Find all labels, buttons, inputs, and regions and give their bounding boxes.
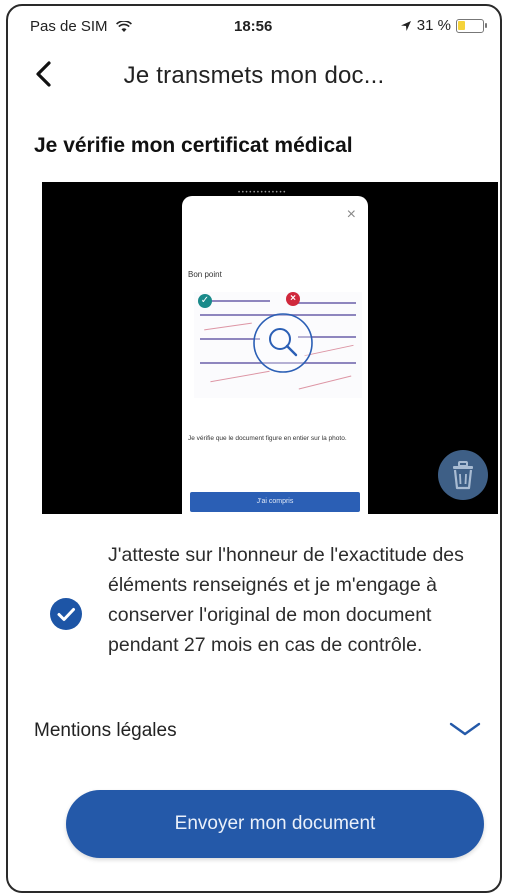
document-thumbnail: ✓ × — [194, 292, 362, 398]
status-right: 31 % — [400, 17, 487, 34]
trash-icon — [453, 461, 473, 490]
doc-line — [290, 302, 356, 304]
checkmark-icon — [57, 608, 75, 621]
navigation-bar: Je transmets mon doc... — [8, 48, 500, 100]
battery-percent: 31 % — [416, 17, 451, 34]
section-heading: Je vérifie mon certificat médical — [34, 134, 353, 157]
tutorial-screenshot: × Bon point ✓ × Je vérifie que le docume… — [182, 196, 368, 514]
battery-icon — [456, 18, 487, 33]
valid-check-icon: ✓ — [198, 294, 212, 308]
attestation-text: J'atteste sur l'honneur de l'exactitude … — [108, 544, 464, 656]
attestation-checkbox[interactable] — [50, 598, 82, 630]
chevron-down-icon — [449, 722, 481, 736]
magnifier-icon — [253, 313, 313, 373]
document-photo-preview: • • • • • • • • • • • • • × Bon point ✓ … — [42, 182, 498, 514]
delete-photo-button[interactable] — [438, 450, 488, 500]
status-bar: Pas de SIM 18:56 31 % — [8, 6, 500, 42]
legal-mentions-toggle[interactable]: Mentions légales — [34, 712, 484, 752]
invalid-cross-icon: × — [286, 292, 300, 306]
tutorial-label: Bon point — [188, 270, 222, 279]
page-title: Je transmets mon doc... — [123, 62, 385, 89]
battery-fill — [458, 20, 465, 30]
tutorial-caption: Je vérifie que le document figure en ent… — [188, 435, 347, 442]
handwriting-mark — [298, 375, 352, 390]
carrier-text: Pas de SIM — [30, 18, 108, 35]
tutorial-confirm-button: J'ai compris — [190, 492, 360, 512]
handwriting-mark — [204, 322, 252, 331]
clock: 18:56 — [234, 18, 273, 35]
phone-screen: Pas de SIM 18:56 31 % Je transmets mon d… — [6, 4, 502, 893]
legal-mentions-label: Mentions légales — [34, 720, 177, 741]
send-document-button[interactable]: Envoyer mon document — [66, 790, 484, 858]
location-icon — [400, 20, 411, 31]
carrier-label: Pas de SIM — [30, 18, 132, 35]
wifi-icon — [115, 21, 132, 33]
doc-line — [200, 338, 260, 340]
close-icon: × — [346, 206, 356, 223]
